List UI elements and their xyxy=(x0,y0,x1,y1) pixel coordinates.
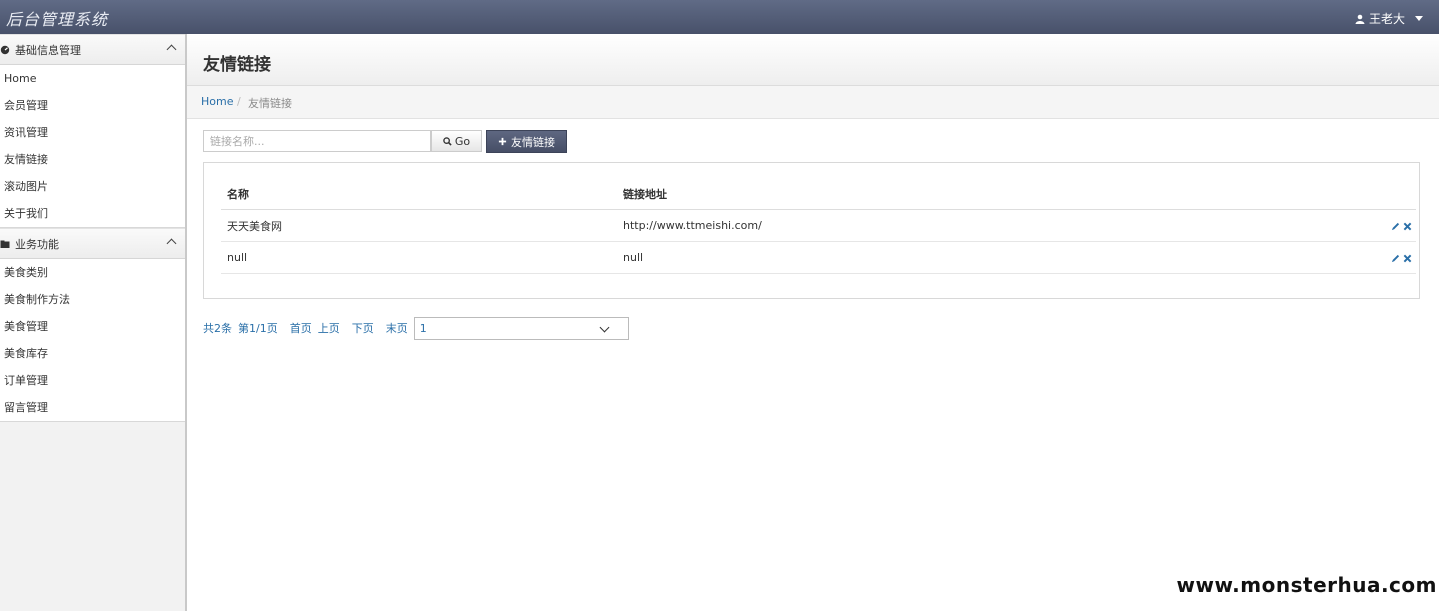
main-content: 友情链接 Home / 友情链接 Go 友情链接 名称 链接地址 xyxy=(187,34,1439,611)
pager-last-link[interactable]: 末页 xyxy=(386,320,408,336)
column-header-actions xyxy=(1366,178,1416,210)
chevron-up-icon xyxy=(166,238,177,249)
watermark: www.monsterhua.com xyxy=(1176,573,1437,597)
sidebar-item-food-stock[interactable]: 美食库存 xyxy=(0,340,185,367)
sidebar-list-business: 美食类别 美食制作方法 美食管理 美食库存 订单管理 留言管理 xyxy=(0,259,185,422)
top-navbar: 后台管理系统 王老大 xyxy=(0,0,1439,34)
pager-first-link[interactable]: 首页 xyxy=(290,320,312,336)
app-brand[interactable]: 后台管理系统 xyxy=(6,6,108,30)
sidebar-item-friend-links[interactable]: 友情链接 xyxy=(0,146,185,173)
sidebar-item-messages[interactable]: 留言管理 xyxy=(0,394,185,421)
sidebar-section-title: 业务功能 xyxy=(15,237,59,251)
sidebar-item-news[interactable]: 资讯管理 xyxy=(0,119,185,146)
breadcrumb-current: 友情链接 xyxy=(248,97,292,110)
sidebar-item-food-categories[interactable]: 美食类别 xyxy=(0,259,185,286)
table-row: 天天美食网 http://www.ttmeishi.com/ xyxy=(221,209,1416,242)
pager-next-link[interactable]: 下页 xyxy=(352,320,374,336)
row-actions xyxy=(1366,209,1416,242)
sidebar-item-recipes[interactable]: 美食制作方法 xyxy=(0,286,185,313)
folder-icon xyxy=(0,240,10,248)
cell-name: 天天美食网 xyxy=(221,209,617,242)
user-icon xyxy=(1355,14,1365,24)
page-select[interactable]: 1 xyxy=(413,316,629,340)
row-actions xyxy=(1366,241,1416,274)
pagination: 共2条 第1/1页 首页 上页 下页 末页 1 xyxy=(203,316,629,340)
sidebar-item-about-us[interactable]: 关于我们 xyxy=(0,200,185,227)
breadcrumb: Home / 友情链接 xyxy=(187,86,1439,119)
pager-total: 共2条 xyxy=(203,322,232,335)
edit-icon[interactable] xyxy=(1391,254,1400,263)
dashboard-icon xyxy=(0,45,10,54)
add-link-button[interactable]: 友情链接 xyxy=(486,130,567,153)
search-input[interactable] xyxy=(203,130,431,152)
sidebar-section-business-header[interactable]: 业务功能 xyxy=(0,228,185,259)
chevron-down-icon xyxy=(599,322,610,332)
breadcrumb-separator: / xyxy=(237,95,241,108)
caret-down-icon xyxy=(1415,16,1423,21)
sidebar-list-basic: Home 会员管理 资讯管理 友情链接 滚动图片 关于我们 xyxy=(0,65,185,228)
user-menu[interactable]: 王老大 xyxy=(1355,10,1423,27)
sidebar-item-home[interactable]: Home xyxy=(0,65,185,92)
sidebar-item-orders[interactable]: 订单管理 xyxy=(0,367,185,394)
cell-url: null xyxy=(617,241,1366,274)
links-table: 名称 链接地址 天天美食网 http://www.ttmeishi.com/ n… xyxy=(221,178,1416,274)
cell-name: null xyxy=(221,241,617,274)
sidebar-item-members[interactable]: 会员管理 xyxy=(0,92,185,119)
column-header-name: 名称 xyxy=(221,178,617,210)
pager-page-info: 第1/1页 xyxy=(238,322,278,335)
table-row: null null xyxy=(221,241,1416,274)
search-icon xyxy=(443,136,452,146)
user-name: 王老大 xyxy=(1368,12,1405,26)
page-header: 友情链接 xyxy=(187,34,1439,86)
column-header-url: 链接地址 xyxy=(617,178,1366,210)
page-select-value: 1 xyxy=(419,321,427,335)
go-button-label: Go xyxy=(454,134,471,148)
breadcrumb-home-link[interactable]: Home xyxy=(201,95,233,108)
delete-icon[interactable] xyxy=(1403,254,1412,263)
go-button[interactable]: Go xyxy=(431,130,482,152)
sidebar-section-basic-header[interactable]: 基础信息管理 xyxy=(0,34,185,65)
plus-icon xyxy=(498,137,507,146)
edit-icon[interactable] xyxy=(1391,222,1400,231)
page-title: 友情链接 xyxy=(203,55,271,75)
chevron-up-icon xyxy=(166,44,177,55)
sidebar-section-title: 基础信息管理 xyxy=(15,43,81,57)
delete-icon[interactable] xyxy=(1403,222,1412,231)
sidebar-item-slider-images[interactable]: 滚动图片 xyxy=(0,173,185,200)
cell-url: http://www.ttmeishi.com/ xyxy=(617,209,1366,242)
sidebar-item-food-management[interactable]: 美食管理 xyxy=(0,313,185,340)
add-link-button-label: 友情链接 xyxy=(511,135,555,149)
links-table-panel: 名称 链接地址 天天美食网 http://www.ttmeishi.com/ n… xyxy=(203,162,1420,299)
table-header-row: 名称 链接地址 xyxy=(221,178,1416,210)
pager-prev-link[interactable]: 上页 xyxy=(318,320,340,336)
sidebar: 基础信息管理 Home 会员管理 资讯管理 友情链接 滚动图片 关于我们 业务功… xyxy=(0,34,187,611)
